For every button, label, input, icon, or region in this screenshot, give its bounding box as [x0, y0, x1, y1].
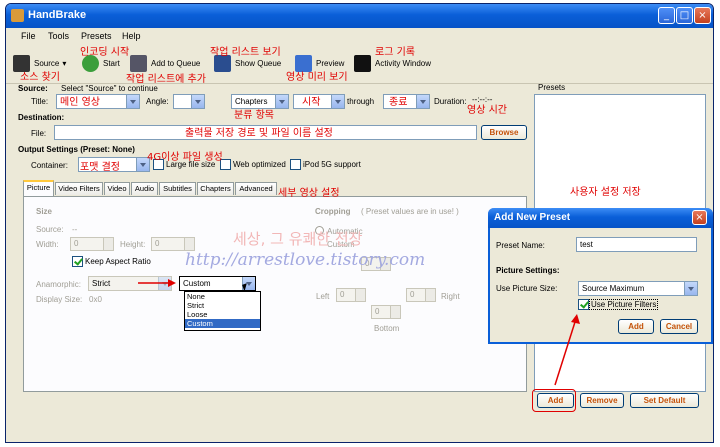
arrow-to-dialog [554, 321, 576, 386]
arrow-head-dialog [571, 314, 580, 324]
arrow-head-dropdown [168, 279, 176, 287]
annotation-arrows [138, 279, 580, 386]
